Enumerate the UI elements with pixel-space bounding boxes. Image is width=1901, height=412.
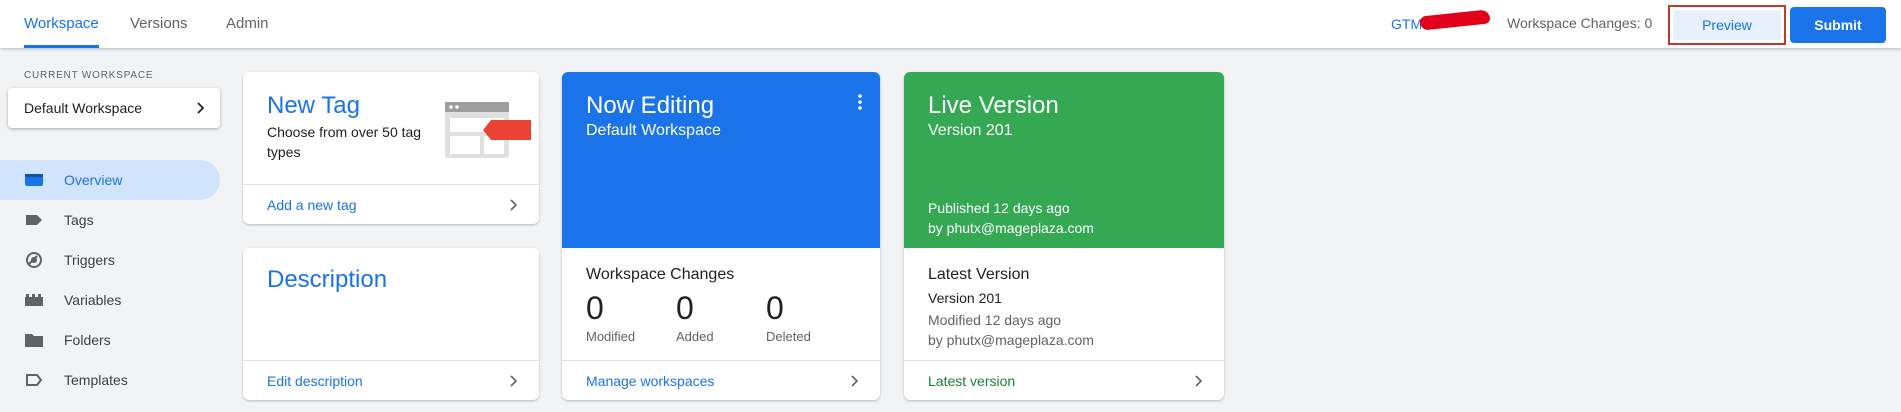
sidebar-item-label: Folders <box>64 332 111 348</box>
current-workspace-label: CURRENT WORKSPACE <box>24 70 154 81</box>
workspace-selector[interactable]: Default Workspace <box>8 88 220 128</box>
manage-workspaces-footer[interactable]: Manage workspaces <box>562 360 880 400</box>
latest-version-title: Latest Version <box>928 266 1030 283</box>
stat-modified: 0 Modified <box>586 290 635 344</box>
more-vert-icon[interactable] <box>858 94 862 110</box>
chevron-right-icon <box>851 375 859 387</box>
tab-workspace[interactable]: Workspace <box>24 0 99 48</box>
manage-workspaces-link[interactable]: Manage workspaces <box>586 373 714 389</box>
trigger-icon <box>26 252 42 268</box>
preview-button[interactable]: Preview <box>1673 10 1781 40</box>
variables-icon <box>25 294 43 306</box>
live-version-published: Published 12 days ago by phutx@mageplaza… <box>928 198 1094 238</box>
chevron-right-icon <box>197 102 205 114</box>
new-tag-title: New Tag <box>267 92 360 119</box>
latest-by: by phutx@mageplaza.com <box>928 332 1094 348</box>
add-tag-footer[interactable]: Add a new tag <box>243 184 539 224</box>
live-version-number: Version 201 <box>928 122 1013 139</box>
sidebar-item-overview[interactable]: Overview <box>0 160 220 200</box>
workspace-selector-label: Default Workspace <box>24 100 143 116</box>
redaction-mark <box>1419 9 1491 31</box>
template-icon <box>26 374 43 386</box>
sidebar-item-variables[interactable]: Variables <box>0 280 220 320</box>
latest-version-footer[interactable]: Latest version <box>904 360 1224 400</box>
tag-icon <box>26 215 42 225</box>
now-editing-header: Now Editing Default Workspace <box>562 72 880 248</box>
new-tag-subtitle: Choose from over 50 tag types <box>267 124 422 160</box>
edit-description-footer[interactable]: Edit description <box>243 360 539 400</box>
published-time: Published 12 days ago <box>928 200 1070 216</box>
sidebar-item-tags[interactable]: Tags <box>0 200 220 240</box>
latest-modified: Modified 12 days ago <box>928 312 1062 328</box>
live-version-header: Live Version Version 201 Published 12 da… <box>904 72 1224 248</box>
sidebar-item-triggers[interactable]: Triggers <box>0 240 220 280</box>
stat-label: Added <box>676 329 714 344</box>
published-by: by phutx@mageplaza.com <box>928 220 1094 236</box>
new-tag-card[interactable]: New Tag Choose from over 50 tag types Ad… <box>243 72 539 224</box>
stat-deleted: 0 Deleted <box>766 290 811 344</box>
sidebar-item-label: Variables <box>64 292 122 308</box>
sidebar-item-label: Triggers <box>64 252 115 268</box>
tab-versions[interactable]: Versions <box>130 0 188 48</box>
sidebar-item-templates[interactable]: Templates <box>0 360 220 400</box>
now-editing-card: Now Editing Default Workspace Workspace … <box>562 72 880 400</box>
edit-description-link[interactable]: Edit description <box>267 373 363 389</box>
stat-value: 0 <box>766 290 784 326</box>
sidebar-item-label: Templates <box>64 372 128 388</box>
latest-version-meta: Modified 12 days ago by phutx@mageplaza.… <box>928 310 1094 350</box>
sidebar-item-label: Tags <box>64 212 94 228</box>
now-editing-title: Now Editing <box>586 92 715 119</box>
stat-value: 0 <box>586 290 604 326</box>
submit-button[interactable]: Submit <box>1790 7 1886 43</box>
stat-value: 0 <box>676 290 694 326</box>
stat-added: 0 Added <box>676 290 714 344</box>
chevron-right-icon <box>1195 375 1203 387</box>
stat-label: Deleted <box>766 329 811 344</box>
live-version-title: Live Version <box>928 92 1059 119</box>
now-editing-workspace: Default Workspace <box>586 122 721 139</box>
latest-version-link[interactable]: Latest version <box>928 373 1015 389</box>
sidebar-item-label: Overview <box>64 172 123 188</box>
add-new-tag-link[interactable]: Add a new tag <box>267 197 357 213</box>
overview-icon <box>25 174 43 186</box>
folder-icon <box>25 334 43 347</box>
workspace-changes-title: Workspace Changes <box>586 266 735 283</box>
preview-button-highlight: Preview <box>1668 5 1786 45</box>
description-title: Description <box>267 266 388 293</box>
top-bar: Workspace Versions Admin GTM Workspace C… <box>0 0 1901 48</box>
description-card: Description Edit description <box>243 248 539 400</box>
workspace-changes-count: Workspace Changes: 0 <box>1507 15 1653 31</box>
latest-version-number: Version 201 <box>928 290 1002 306</box>
live-version-card: Live Version Version 201 Published 12 da… <box>904 72 1224 400</box>
container-id-link[interactable]: GTM <box>1391 16 1422 32</box>
chevron-right-icon <box>510 375 518 387</box>
tag-illustration-icon <box>445 102 531 158</box>
chevron-right-icon <box>510 199 518 211</box>
sidebar-item-folders[interactable]: Folders <box>0 320 220 360</box>
stat-label: Modified <box>586 329 636 344</box>
tab-admin[interactable]: Admin <box>226 0 269 48</box>
